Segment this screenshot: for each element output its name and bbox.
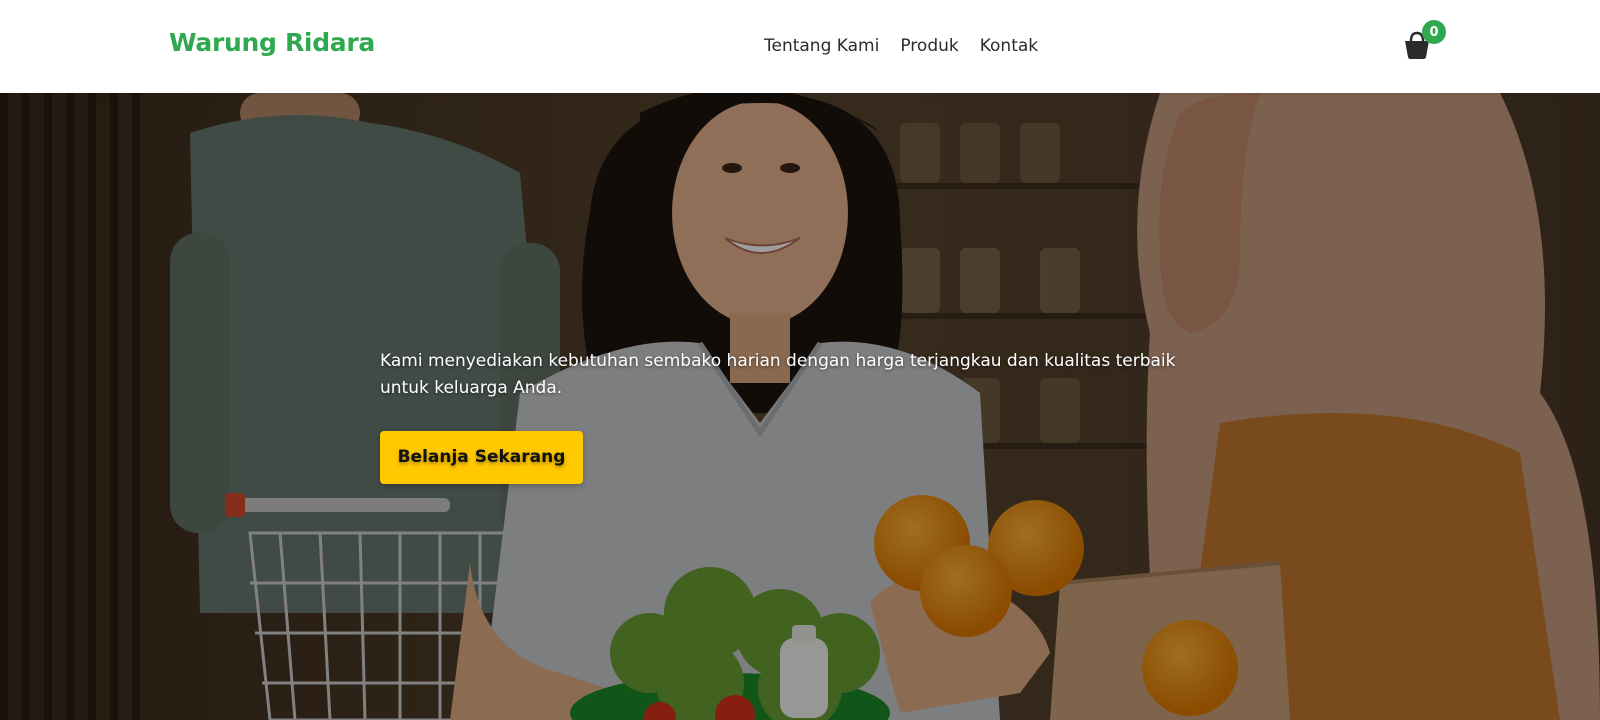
brand-logo[interactable]: Warung Ridara bbox=[169, 28, 375, 57]
navbar: Warung Ridara Tentang Kami Produk Kontak… bbox=[0, 0, 1600, 93]
main-nav: Tentang Kami Produk Kontak bbox=[764, 36, 1038, 56]
hero-section: Kami menyediakan kebutuhan sembako haria… bbox=[0, 93, 1600, 720]
hero-tagline: Kami menyediakan kebutuhan sembako haria… bbox=[380, 351, 1176, 398]
hero-content: Kami menyediakan kebutuhan sembako haria… bbox=[380, 348, 1200, 484]
shop-now-button[interactable]: Belanja Sekarang bbox=[380, 431, 583, 484]
cart-count-badge: 0 bbox=[1422, 20, 1446, 44]
nav-link-produk[interactable]: Produk bbox=[900, 36, 958, 56]
nav-link-tentang-kami[interactable]: Tentang Kami bbox=[764, 36, 879, 56]
nav-link-kontak[interactable]: Kontak bbox=[980, 36, 1038, 56]
cart-button[interactable]: 0 bbox=[1402, 20, 1446, 60]
